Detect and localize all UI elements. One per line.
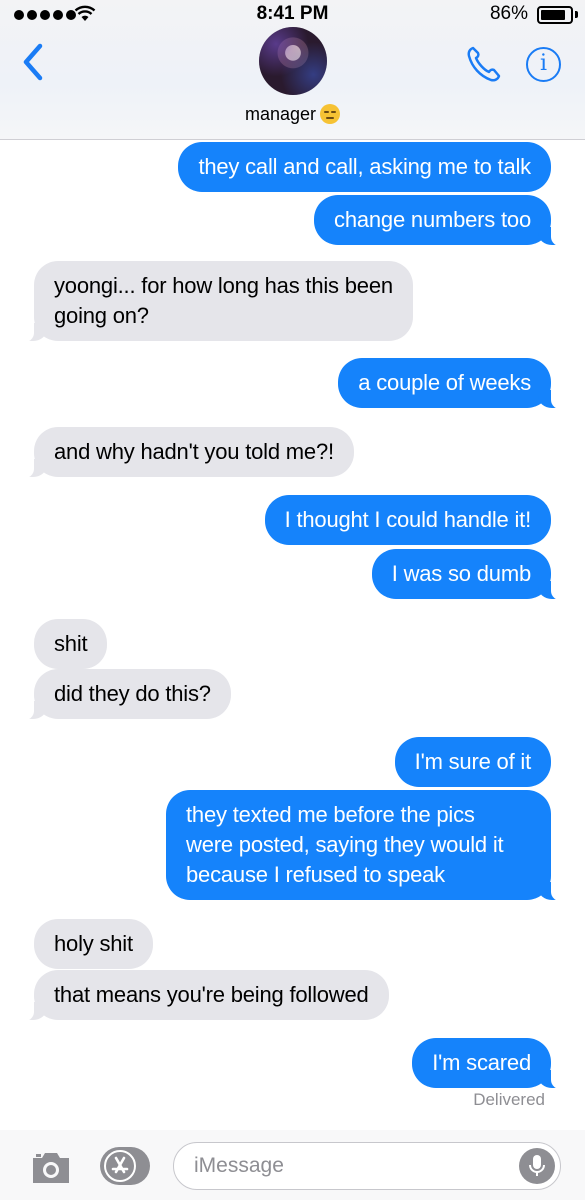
received-message[interactable]: yoongi... for how long has this been goi… — [8, 261, 413, 343]
phone-icon[interactable] — [465, 45, 501, 83]
received-message[interactable]: and why hadn't you told me?! — [8, 427, 354, 479]
sent-message[interactable]: I'm sure of it — [394, 737, 551, 787]
delivery-status: Delivered — [473, 1090, 545, 1109]
sent-message[interactable]: a couple of weeks — [338, 358, 577, 410]
contact-avatar[interactable] — [259, 27, 327, 95]
sent-message[interactable]: I'm scared — [412, 1038, 577, 1090]
received-message[interactable]: did they do this? — [8, 669, 231, 721]
sent-message[interactable]: they texted me before the pics were post… — [166, 790, 577, 902]
camera-icon[interactable] — [30, 1148, 72, 1186]
back-chevron-icon[interactable] — [18, 42, 48, 82]
received-message[interactable]: holy shit — [34, 919, 153, 969]
message-list[interactable]: they call and call, asking me to talk ch… — [0, 140, 585, 1125]
input-bar — [0, 1130, 585, 1200]
conversation-header: 8:41 PM 86% manager i — [0, 0, 585, 140]
battery-percentage: 86% — [489, 3, 528, 24]
sent-message[interactable]: I was so dumb — [371, 549, 578, 601]
contact-name[interactable]: manager — [245, 104, 316, 124]
received-message[interactable]: shit — [34, 619, 108, 669]
sent-message[interactable]: I thought I could handle it! — [264, 495, 551, 545]
unamused-face-emoji-icon — [320, 104, 341, 124]
sent-message[interactable]: change numbers too — [314, 195, 577, 247]
info-icon[interactable]: i — [526, 47, 561, 82]
battery-icon — [537, 6, 573, 24]
imessage-input[interactable] — [173, 1142, 561, 1190]
sent-message[interactable]: they call and call, asking me to talk — [178, 142, 551, 192]
status-bar: 8:41 PM 86% — [0, 0, 585, 30]
microphone-icon[interactable] — [519, 1148, 555, 1184]
received-message[interactable]: that means you're being followed — [8, 970, 389, 1022]
app-store-icon[interactable] — [100, 1147, 150, 1185]
